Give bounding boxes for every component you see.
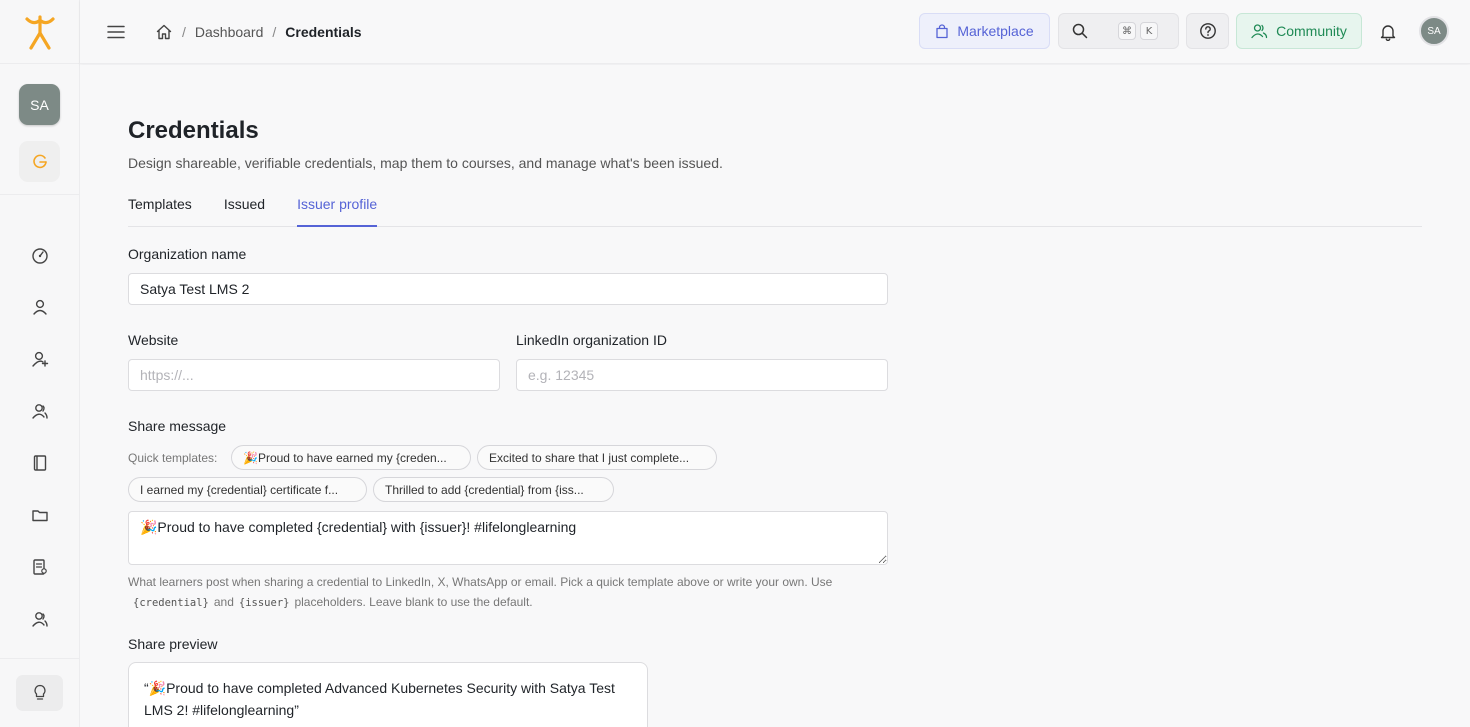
sidebar-item-users[interactable] bbox=[0, 385, 80, 437]
search-shortcut: ⌘ K bbox=[1118, 22, 1158, 40]
org-name-input[interactable] bbox=[128, 273, 888, 305]
quick-template-chip[interactable]: Thrilled to add {credential} from {iss..… bbox=[373, 477, 614, 502]
hint-text-and: and bbox=[213, 595, 234, 609]
sidebar: SA bbox=[0, 0, 80, 727]
refresh-icon bbox=[32, 154, 47, 168]
user-icon bbox=[33, 299, 47, 315]
bell-icon bbox=[1380, 25, 1396, 41]
marketplace-label: Marketplace bbox=[957, 23, 1034, 39]
sidebar-item-groups[interactable] bbox=[0, 593, 80, 645]
sidebar-item-user-add[interactable] bbox=[0, 333, 80, 385]
notifications-button[interactable] bbox=[1376, 20, 1400, 44]
breadcrumb-separator: / bbox=[182, 24, 186, 40]
sidebar-item-book[interactable] bbox=[0, 437, 80, 489]
kbd-k: K bbox=[1140, 22, 1158, 40]
hint-text-before: What learners post when sharing a creden… bbox=[128, 575, 833, 589]
sidebar-divider bbox=[0, 194, 80, 195]
search-button[interactable]: ⌘ K bbox=[1058, 13, 1179, 49]
sidebar-item-dashboard[interactable] bbox=[0, 229, 80, 281]
sidebar-item-folder[interactable] bbox=[0, 489, 80, 541]
folder-icon bbox=[32, 510, 48, 522]
share-preview-label: Share preview bbox=[128, 636, 218, 652]
tab-templates[interactable]: Templates bbox=[128, 194, 192, 227]
breadcrumb-separator: / bbox=[272, 24, 277, 40]
groups-icon bbox=[32, 612, 48, 627]
dashboard-icon bbox=[32, 248, 48, 264]
page-subtitle: Design shareable, verifiable credentials… bbox=[128, 155, 723, 171]
share-preview-card: “🎉Proud to have completed Advanced Kuber… bbox=[128, 662, 648, 727]
hint-text-after: placeholders. Leave blank to use the def… bbox=[294, 595, 533, 609]
linkedin-input[interactable] bbox=[516, 359, 888, 391]
quick-templates-label: Quick templates: bbox=[128, 451, 218, 465]
linkedin-label: LinkedIn organization ID bbox=[516, 332, 667, 348]
top-header: / Dashboard / Credentials Marketplace ⌘ … bbox=[80, 0, 1470, 64]
user-add-icon bbox=[32, 351, 49, 367]
sidebar-bottom-divider bbox=[0, 658, 80, 659]
community-button[interactable]: Community bbox=[1236, 13, 1362, 49]
shopping-bag-icon bbox=[936, 23, 949, 38]
search-icon bbox=[1072, 23, 1088, 39]
sidebar-nav bbox=[0, 229, 80, 645]
users-icon bbox=[32, 404, 48, 419]
sidebar-item-user[interactable] bbox=[0, 281, 80, 333]
share-preview-text: “🎉Proud to have completed Advanced Kuber… bbox=[144, 680, 615, 718]
app-logo[interactable] bbox=[0, 0, 80, 64]
report-icon bbox=[33, 559, 47, 575]
quick-template-chip[interactable]: 🎉Proud to have earned my {creden... bbox=[231, 445, 471, 470]
lightbulb-icon bbox=[33, 684, 46, 700]
logo-icon bbox=[25, 14, 55, 50]
tab-issuer-profile[interactable]: Issuer profile bbox=[297, 194, 378, 227]
quick-template-chip[interactable]: Excited to share that I just complete... bbox=[477, 445, 717, 470]
menu-toggle-button[interactable] bbox=[104, 20, 128, 44]
home-icon[interactable] bbox=[155, 23, 173, 41]
tips-button[interactable] bbox=[16, 675, 63, 711]
hint-code-issuer: {issuer} bbox=[238, 597, 290, 609]
breadcrumb-dashboard[interactable]: Dashboard bbox=[195, 24, 264, 40]
marketplace-button[interactable]: Marketplace bbox=[919, 13, 1050, 49]
help-icon bbox=[1199, 23, 1216, 39]
breadcrumb: / Dashboard / Credentials bbox=[155, 21, 362, 43]
user-avatar[interactable]: SA bbox=[1419, 16, 1449, 46]
workspace-switch-button[interactable] bbox=[19, 141, 60, 182]
book-icon bbox=[33, 455, 47, 471]
credential-tabs: Templates Issued Issuer profile bbox=[128, 194, 1422, 227]
tab-issued[interactable]: Issued bbox=[224, 194, 265, 227]
hamburger-icon bbox=[107, 25, 125, 39]
breadcrumb-current: Credentials bbox=[285, 24, 362, 40]
website-label: Website bbox=[128, 332, 179, 348]
share-message-label: Share message bbox=[128, 418, 227, 434]
help-button[interactable] bbox=[1186, 13, 1229, 49]
community-icon bbox=[1251, 24, 1268, 39]
share-message-hint: What learners post when sharing a creden… bbox=[128, 572, 888, 613]
quick-template-chip[interactable]: I earned my {credential} certificate f..… bbox=[128, 477, 367, 502]
page-title: Credentials bbox=[128, 117, 259, 144]
sidebar-item-report[interactable] bbox=[0, 541, 80, 593]
community-label: Community bbox=[1276, 23, 1347, 39]
org-name-label: Organization name bbox=[128, 246, 247, 262]
share-message-textarea[interactable]: 🎉Proud to have completed {credential} wi… bbox=[128, 511, 888, 565]
kbd-command: ⌘ bbox=[1118, 22, 1136, 40]
hint-code-credential: {credential} bbox=[133, 597, 209, 609]
main-content: Credentials Design shareable, verifiable… bbox=[80, 65, 1470, 727]
website-input[interactable] bbox=[128, 359, 500, 391]
workspace-avatar[interactable]: SA bbox=[19, 84, 60, 125]
